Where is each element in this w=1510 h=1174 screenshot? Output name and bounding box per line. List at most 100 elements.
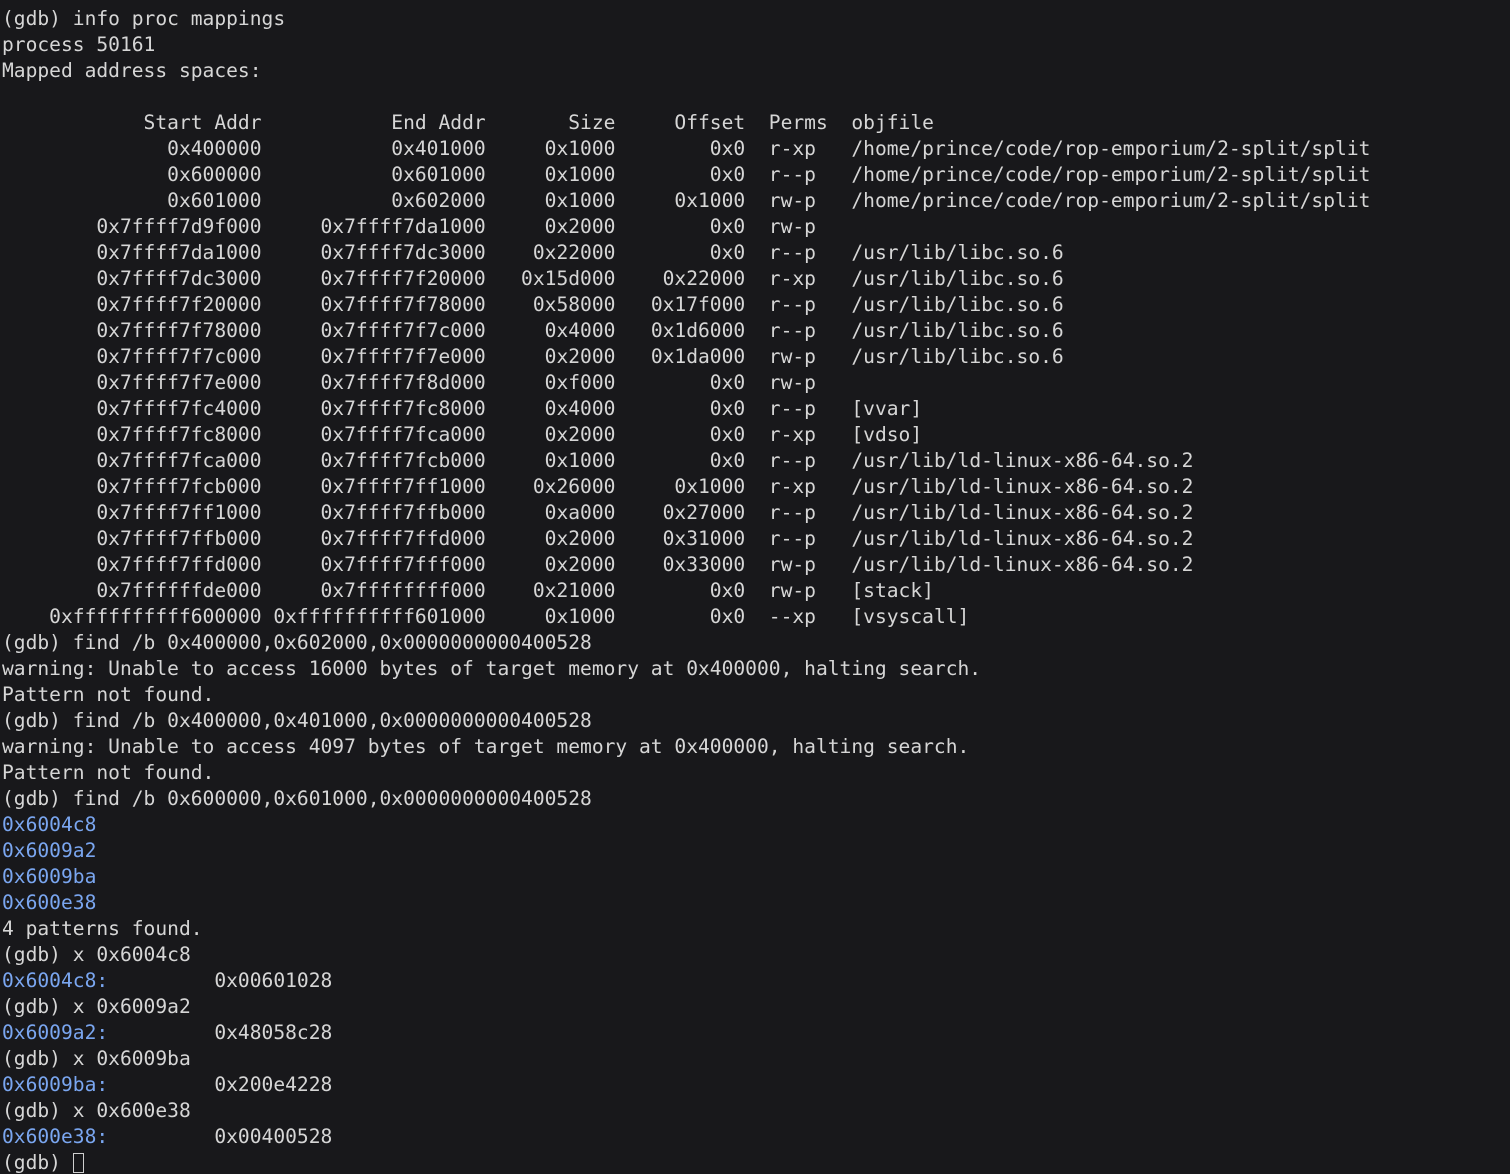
mapping-size: 0x1000 xyxy=(485,189,616,212)
mapping-row: 0x7ffffffde000 0x7ffffffff000 0x21000 0x… xyxy=(2,578,1510,604)
examine-address-label: 0x6009a2: xyxy=(2,1021,109,1044)
text-cursor[interactable] xyxy=(72,1153,84,1173)
mapping-objfile: [vdso] xyxy=(827,423,923,446)
mapping-size: 0x4000 xyxy=(485,397,616,420)
mapping-row: 0x601000 0x602000 0x1000 0x1000 rw-p /ho… xyxy=(2,188,1510,214)
mapping-start-addr: 0x7ffff7fc8000 xyxy=(2,423,262,446)
mapping-offset: 0x33000 xyxy=(615,553,746,576)
mapping-row: 0x7ffff7fca000 0x7ffff7fcb000 0x1000 0x0… xyxy=(2,448,1510,474)
mapping-start-addr: 0x7ffff7f7c000 xyxy=(2,345,262,368)
mapping-perms: rw-p xyxy=(745,579,828,602)
mapping-start-addr: 0x7ffff7fc4000 xyxy=(2,397,262,420)
mapping-end-addr: 0x7ffff7fc8000 xyxy=(261,397,486,420)
mapping-start-addr: 0x7ffff7f78000 xyxy=(2,319,262,342)
find-1-result: Pattern not found. xyxy=(2,682,1510,708)
mapping-end-addr: 0x7ffff7ffb000 xyxy=(261,501,486,524)
mapping-row: 0x7ffff7fc8000 0x7ffff7fca000 0x2000 0x0… xyxy=(2,422,1510,448)
command-text: info proc mappings xyxy=(72,7,286,30)
header-perms: Perms xyxy=(745,111,828,134)
examine-value: 0x00400528 xyxy=(108,1125,333,1148)
terminal-screen[interactable]: (gdb) info proc mappings process 50161 Map… xyxy=(0,0,1510,1174)
mapping-offset: 0x0 xyxy=(615,579,746,602)
examine-result-row: 0x6004c8: 0x00601028 xyxy=(2,968,1510,994)
mapping-start-addr: 0xffffffffff600000 xyxy=(2,605,262,628)
find-1-warning-text: warning: Unable to access 16000 bytes of… xyxy=(2,657,982,680)
find-3-summary: 4 patterns found. xyxy=(2,916,1510,942)
mapping-start-addr: 0x400000 xyxy=(2,137,262,160)
examine-result-row: 0x600e38: 0x00400528 xyxy=(2,1124,1510,1150)
mapping-perms: rw-p xyxy=(745,371,828,394)
gdb-prompt: (gdb) xyxy=(2,1099,73,1122)
mapping-row: 0x7ffff7f7c000 0x7ffff7f7e000 0x2000 0x1… xyxy=(2,344,1510,370)
examine-address-label: 0x6009ba: xyxy=(2,1073,109,1096)
mapping-end-addr: 0xffffffffff601000 xyxy=(261,605,486,628)
mapping-row: 0xffffffffff600000 0xffffffffff601000 0x… xyxy=(2,604,1510,630)
mapping-objfile: /usr/lib/ld-linux-x86-64.so.2 xyxy=(827,475,1194,498)
mapping-objfile: /usr/lib/libc.so.6 xyxy=(827,345,1064,368)
mapping-start-addr: 0x7ffffffde000 xyxy=(2,579,262,602)
find-1-warning: warning: Unable to access 16000 bytes of… xyxy=(2,656,1510,682)
find-2-result-text: Pattern not found. xyxy=(2,761,215,784)
command-line-find-2: (gdb) find /b 0x400000,0x401000,0x000000… xyxy=(2,708,1510,734)
mapping-row: 0x7ffff7f7e000 0x7ffff7f8d000 0xf000 0x0… xyxy=(2,370,1510,396)
mapping-offset: 0x0 xyxy=(615,163,746,186)
mapping-row: 0x7ffff7ffd000 0x7ffff7fff000 0x2000 0x3… xyxy=(2,552,1510,578)
examine-value: 0x200e4228 xyxy=(108,1073,333,1096)
mapping-size: 0x26000 xyxy=(485,475,616,498)
mapping-perms: r--p xyxy=(745,397,828,420)
mapping-objfile: /usr/lib/ld-linux-x86-64.so.2 xyxy=(827,501,1194,524)
mapping-end-addr: 0x7ffff7fcb000 xyxy=(261,449,486,472)
mapping-row: 0x7ffff7d9f000 0x7ffff7da1000 0x2000 0x0… xyxy=(2,214,1510,240)
mapping-size: 0x22000 xyxy=(485,241,616,264)
mapping-offset: 0x1000 xyxy=(615,189,746,212)
mapping-objfile: [vvar] xyxy=(827,397,923,420)
mapping-row: 0x7ffff7da1000 0x7ffff7dc3000 0x22000 0x… xyxy=(2,240,1510,266)
mapping-end-addr: 0x602000 xyxy=(261,189,486,212)
mapping-perms: r--p xyxy=(745,449,828,472)
find-hit-row: 0x6009ba xyxy=(2,864,1510,890)
examine-result-row: 0x6009a2: 0x48058c28 xyxy=(2,1020,1510,1046)
command-text: x 0x600e38 xyxy=(72,1099,191,1122)
mapping-size: 0xa000 xyxy=(485,501,616,524)
find-2-result: Pattern not found. xyxy=(2,760,1510,786)
mapping-start-addr: 0x7ffff7ff1000 xyxy=(2,501,262,524)
find-hit-row: 0x600e38 xyxy=(2,890,1510,916)
mapping-size: 0x2000 xyxy=(485,527,616,550)
mapping-offset: 0x0 xyxy=(615,241,746,264)
mapping-objfile: /usr/lib/ld-linux-x86-64.so.2 xyxy=(827,553,1194,576)
mapping-size: 0x1000 xyxy=(485,163,616,186)
mapping-objfile: /usr/lib/ld-linux-x86-64.so.2 xyxy=(827,527,1194,550)
mapping-offset: 0x0 xyxy=(615,423,746,446)
mapping-offset: 0x0 xyxy=(615,397,746,420)
mapping-offset: 0x0 xyxy=(615,605,746,628)
mappings-header-row: Start Addr End Addr Size Offset Perms ob… xyxy=(2,110,1510,136)
process-line: process 50161 xyxy=(2,32,1510,58)
mapping-offset: 0x1000 xyxy=(615,475,746,498)
mapping-row: 0x400000 0x401000 0x1000 0x0 r-xp /home/… xyxy=(2,136,1510,162)
command-line-examine: (gdb) x 0x6009a2 xyxy=(2,994,1510,1020)
find-2-warning: warning: Unable to access 4097 bytes of … xyxy=(2,734,1510,760)
find-hit-row: 0x6009a2 xyxy=(2,838,1510,864)
mapping-end-addr: 0x7ffff7f78000 xyxy=(261,293,486,316)
mapping-offset: 0x17f000 xyxy=(615,293,746,316)
command-line-find-3: (gdb) find /b 0x600000,0x601000,0x000000… xyxy=(2,786,1510,812)
mapping-perms: rw-p xyxy=(745,553,828,576)
mapping-perms: r--p xyxy=(745,163,828,186)
command-line-examine: (gdb) x 0x6004c8 xyxy=(2,942,1510,968)
mapping-objfile: /home/prince/code/rop-emporium/2-split/s… xyxy=(827,163,1371,186)
header-end-addr: End Addr xyxy=(261,111,486,134)
examine-value: 0x00601028 xyxy=(108,969,333,992)
mapping-row: 0x7ffff7dc3000 0x7ffff7f20000 0x15d000 0… xyxy=(2,266,1510,292)
mapping-offset: 0x1d6000 xyxy=(615,319,746,342)
final-prompt-line: (gdb) xyxy=(2,1150,1510,1174)
mapping-start-addr: 0x7ffff7ffd000 xyxy=(2,553,262,576)
mapping-perms: r-xp xyxy=(745,423,828,446)
mapping-offset: 0x1da000 xyxy=(615,345,746,368)
mapping-end-addr: 0x401000 xyxy=(261,137,486,160)
mapping-row: 0x600000 0x601000 0x1000 0x0 r--p /home/… xyxy=(2,162,1510,188)
mapping-start-addr: 0x7ffff7ffb000 xyxy=(2,527,262,550)
header-offset: Offset xyxy=(615,111,746,134)
mapping-row: 0x7ffff7f20000 0x7ffff7f78000 0x58000 0x… xyxy=(2,292,1510,318)
mapping-size: 0x15d000 xyxy=(485,267,616,290)
mapping-start-addr: 0x601000 xyxy=(2,189,262,212)
